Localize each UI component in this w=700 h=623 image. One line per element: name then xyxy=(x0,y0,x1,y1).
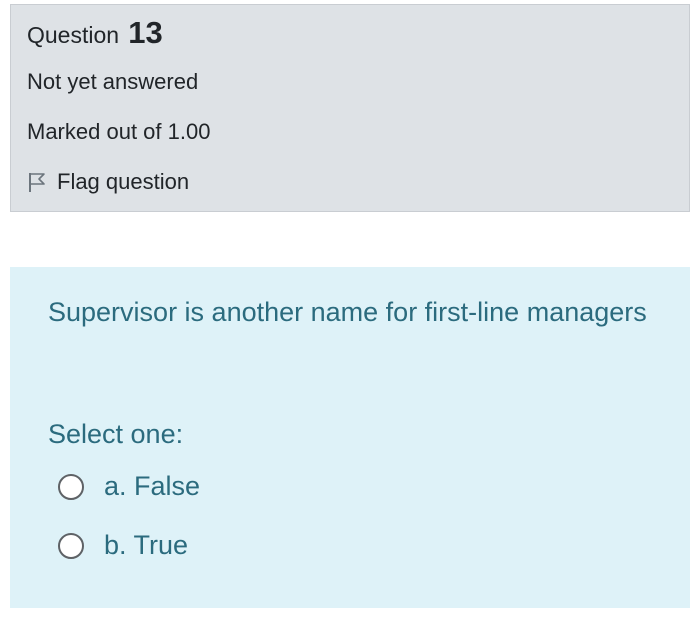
question-label: Question xyxy=(27,22,120,48)
question-info-panel: Question 13 Not yet answered Marked out … xyxy=(10,4,690,212)
flag-question-label: Flag question xyxy=(57,169,190,194)
answer-prompt: Select one: xyxy=(48,419,184,449)
answer-option-a[interactable]: a. False xyxy=(58,471,200,502)
radio-button-a[interactable] xyxy=(58,473,84,500)
answer-option-a-label: a. False xyxy=(104,471,201,501)
question-number: 13 xyxy=(128,15,163,50)
answer-option-b-label: b. True xyxy=(104,530,189,560)
question-text: Supervisor is another name for first-lin… xyxy=(48,297,647,327)
flag-icon xyxy=(27,171,47,193)
question-state: Not yet answered xyxy=(27,69,199,94)
question-grade: Marked out of 1.00 xyxy=(27,119,211,144)
flag-question-link[interactable]: Flag question xyxy=(27,169,189,195)
question-heading: Question 13 xyxy=(27,15,163,51)
question-content-panel: Supervisor is another name for first-lin… xyxy=(10,267,690,608)
answer-option-b[interactable]: b. True xyxy=(58,530,188,561)
radio-button-b[interactable] xyxy=(58,532,84,559)
